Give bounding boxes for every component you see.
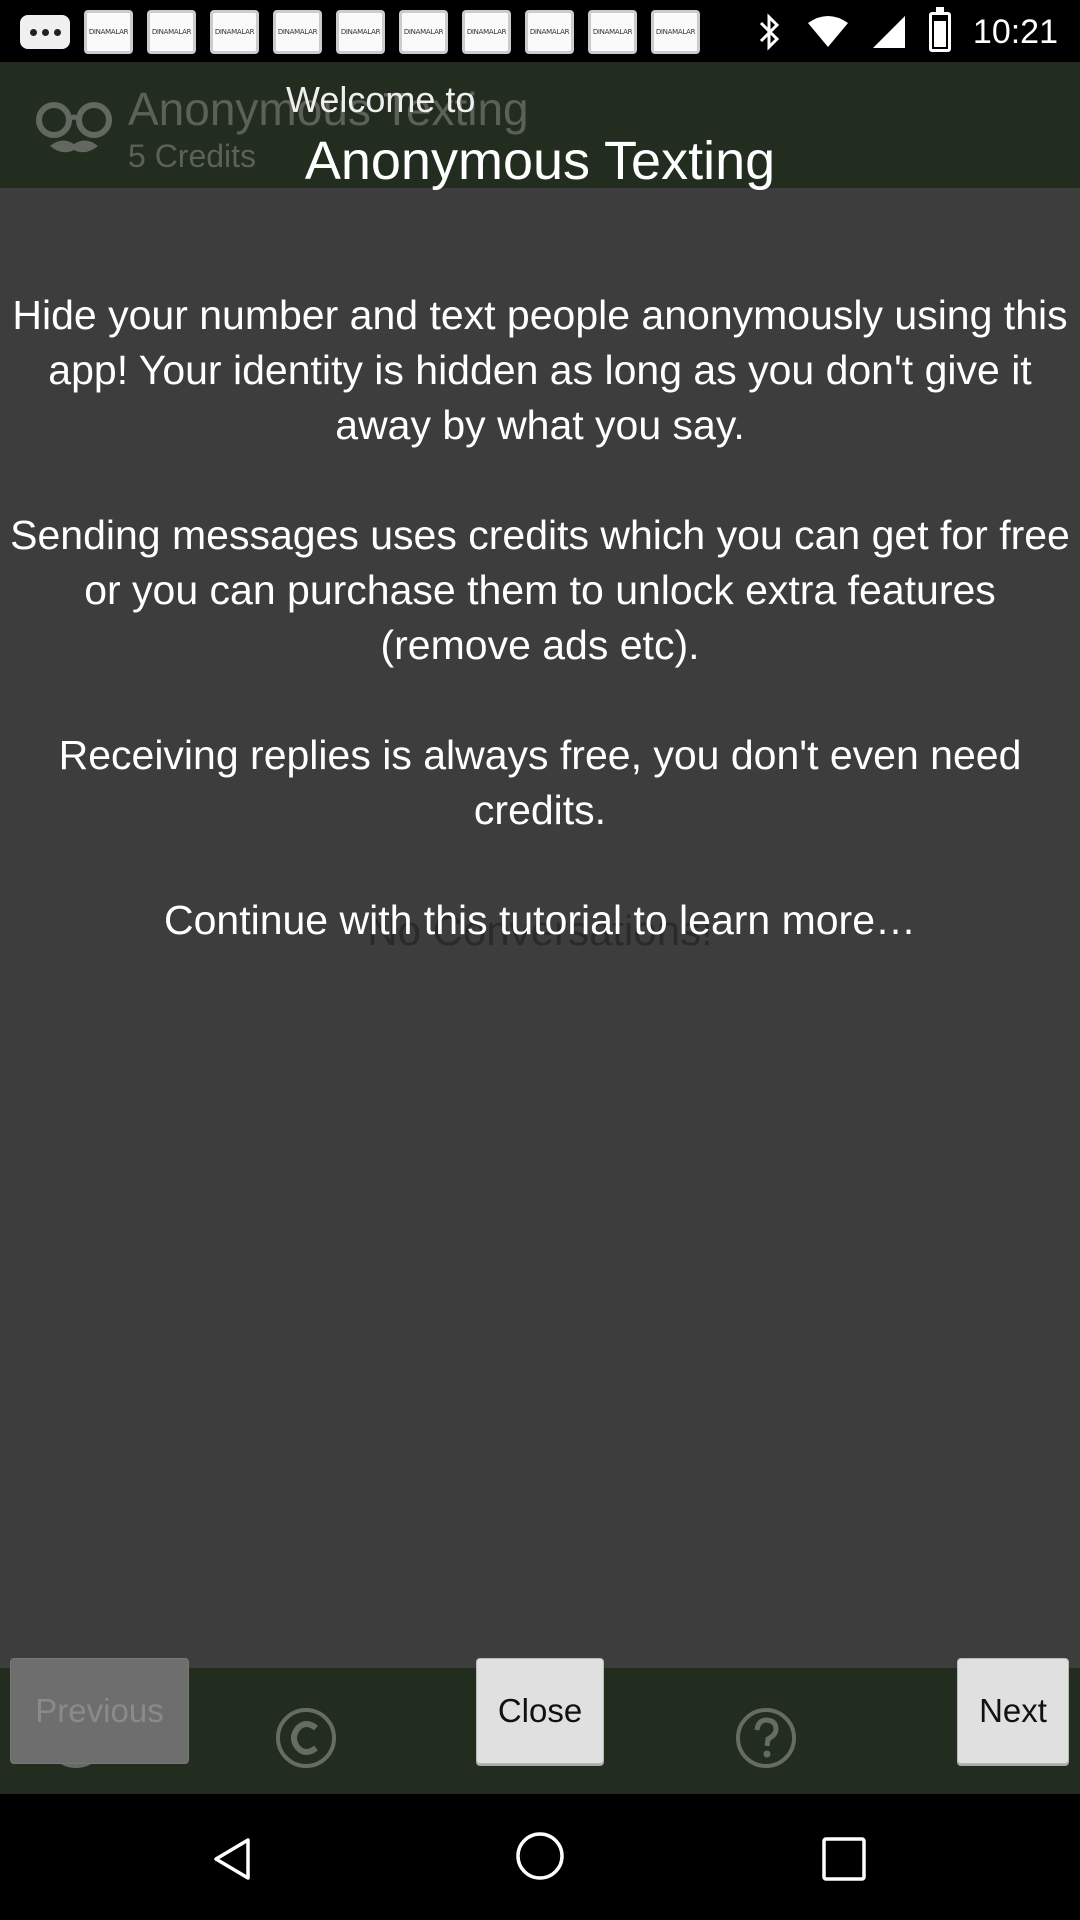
dinamalar-notification-icon: DINAMALAR [462, 10, 511, 54]
home-icon[interactable] [515, 1831, 565, 1881]
clock: 10:21 [972, 12, 1058, 51]
back-icon[interactable] [208, 1834, 258, 1884]
tutorial-paragraph: Receiving replies is always free, you do… [58, 732, 1022, 833]
notification-icons: DINAMALAR DINAMALAR DINAMALAR DINAMALAR DINA… [20, 10, 700, 54]
tutorial-body: Hide your number and text people anonymo… [10, 288, 1070, 948]
tutorial-paragraph: Continue with this tutorial to learn mor… [163, 897, 916, 943]
wifi-icon [807, 16, 848, 47]
dinamalar-notification-icon: DINAMALAR [147, 10, 196, 54]
status-bar: DINAMALAR DINAMALAR DINAMALAR DINAMALAR DINA… [0, 0, 1080, 62]
tutorial-paragraph: Sending messages uses credits which you … [10, 512, 1070, 668]
dinamalar-notification-icon: DINAMALAR [336, 10, 385, 54]
dinamalar-notification-icon: DINAMALAR [525, 10, 574, 54]
tutorial-paragraph: Hide your number and text people anonymo… [12, 292, 1068, 448]
app-screen: Anonymous Texting 5 Credits No Conversat… [0, 62, 1080, 1794]
tutorial-overlay: Welcome to Anonymous Texting Hide your n… [0, 62, 1080, 1794]
dinamalar-notification-icon: DINAMALAR [210, 10, 259, 54]
bluetooth-icon [759, 13, 780, 51]
dinamalar-notification-icon: DINAMALAR [399, 10, 448, 54]
welcome-title: Anonymous Texting [304, 131, 776, 191]
recent-apps-icon[interactable] [819, 1834, 869, 1884]
more-notifications-icon [20, 15, 70, 49]
dinamalar-notification-icon: DINAMALAR [588, 10, 637, 54]
navigation-bar [0, 1794, 1080, 1920]
signal-icon [872, 16, 905, 48]
battery-icon [928, 7, 951, 52]
previous-button[interactable]: Previous [10, 1658, 189, 1764]
status-icons: 10:21 [755, 7, 1058, 56]
dinamalar-notification-icon: DINAMALAR [84, 10, 133, 54]
dinamalar-notification-icon: DINAMALAR [651, 10, 700, 54]
dinamalar-notification-icon: DINAMALAR [273, 10, 322, 54]
next-button[interactable]: Next [957, 1658, 1069, 1764]
close-button[interactable]: Close [476, 1658, 604, 1764]
welcome-subtitle: Welcome to [286, 79, 476, 120]
